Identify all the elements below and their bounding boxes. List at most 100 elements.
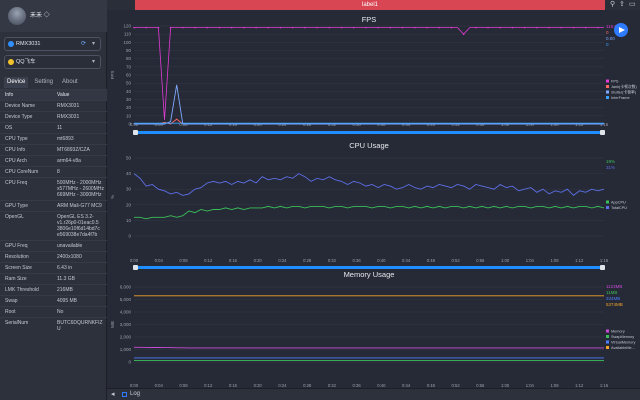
tab-about[interactable]: About <box>59 77 81 88</box>
series-line-totalcpu <box>133 173 605 196</box>
data-point <box>560 26 563 29</box>
current-value: 1123MB <box>606 284 622 289</box>
folder-icon[interactable]: ▭ <box>629 1 636 9</box>
data-point <box>462 33 465 35</box>
y-tick-label: 90 <box>126 48 132 53</box>
table-row: LMK Threshold 216MB <box>0 284 107 295</box>
y-tick-label: 10 <box>126 113 132 118</box>
current-value: 5374MB <box>606 302 623 307</box>
data-point <box>206 26 209 29</box>
device-select-value: RMX3031 <box>16 41 41 47</box>
legend-swatch <box>606 346 609 349</box>
sidebar: 禾禾 ◇ RMX3031 ⟳ ▾ QQ飞车 ▾ Device Setting A… <box>0 0 107 400</box>
x-tick-label: 1:12 <box>575 258 584 263</box>
legend-item: FPS <box>611 80 619 84</box>
row-value: unavailable <box>57 243 83 249</box>
app-icon <box>8 59 14 65</box>
timeline-handle-right[interactable] <box>600 130 605 135</box>
device-icon <box>8 41 14 47</box>
y-tick-label: 30 <box>126 97 132 102</box>
current-value: 0 <box>606 30 609 35</box>
data-point <box>413 26 416 29</box>
app-window: 禾禾 ◇ RMX3031 ⟳ ▾ QQ飞车 ▾ Device Setting A… <box>0 0 640 400</box>
table-row: CPU Info MT6893Z/CZA <box>0 144 107 155</box>
timeline-handle-left[interactable] <box>133 265 138 270</box>
row-value: 6.43 in <box>57 265 73 271</box>
sidebar-tabs: Device Setting About <box>4 77 103 88</box>
app-select[interactable]: QQ飞车 ▾ <box>4 55 101 69</box>
data-point <box>438 26 440 29</box>
pin-icon[interactable]: ⚲ <box>610 1 615 9</box>
data-point <box>584 26 587 29</box>
row-value: ARM Mali-G77 MC9 <box>57 203 102 209</box>
data-point <box>377 26 379 29</box>
legend-swatch <box>606 96 609 99</box>
row-key: GPU Freq <box>5 243 28 249</box>
data-point <box>340 26 343 29</box>
log-label[interactable]: Log <box>130 391 140 397</box>
bottom-bar: ◂ Log <box>107 388 640 400</box>
legend-swatch <box>606 200 609 204</box>
header-value: Value <box>57 92 70 98</box>
refresh-icon[interactable]: ⟳ <box>81 38 86 50</box>
legend-item: Stutter(卡顿率) <box>611 90 637 95</box>
table-row: CPU Type mt6893 <box>0 133 107 144</box>
row-key: Device Type <box>5 114 33 120</box>
timeline-handle-right[interactable] <box>600 265 605 270</box>
data-point <box>365 26 367 29</box>
chart-memory-usage: Memory Usage 0 1,000 2,000 3,000 4,000 5,000 6,… <box>110 270 636 388</box>
x-tick-label: 0:44 <box>402 258 411 263</box>
y-tick-label: 0 <box>128 360 131 365</box>
share-icon[interactable]: ⇪ <box>619 1 625 9</box>
label-bar[interactable]: label1 <box>135 0 605 10</box>
y-tick-label: 50 <box>126 81 132 86</box>
table-row: Resolution 2400x1080 <box>0 251 107 262</box>
y-axis-label: FPS <box>110 71 115 80</box>
table-row: Device Type RMX3031 <box>0 111 107 122</box>
row-key: CPU CoreNum <box>5 169 39 175</box>
legend-item: InterFrame <box>611 96 630 100</box>
data-point <box>328 26 331 29</box>
user-name[interactable]: 禾禾 ◇ <box>30 10 50 19</box>
y-tick-label: 2,000 <box>120 335 132 340</box>
data-point <box>389 26 392 29</box>
tab-device[interactable]: Device <box>4 77 29 88</box>
current-value: 19% <box>606 159 615 164</box>
log-icon[interactable] <box>122 392 127 397</box>
data-point <box>279 26 282 29</box>
legend-item: Memory <box>611 330 625 334</box>
data-point <box>352 26 355 29</box>
x-tick-label: 1:04 <box>526 258 535 263</box>
data-point <box>597 26 599 29</box>
chart-fps: FPS0102030405060708090100110120FPS0:00 0:… <box>110 15 637 135</box>
row-key: GPU Type <box>5 203 28 209</box>
x-tick-label: 0:40 <box>377 258 386 263</box>
series-line-stutter <box>134 84 604 125</box>
charts-area: FPS 0 10 20 30 40 50 60 70 80 90 100 110 120 FPS 0:00 0:… <box>107 10 640 388</box>
data-point <box>133 26 135 29</box>
device-select[interactable]: RMX3031 ⟳ ▾ <box>4 37 101 51</box>
timeline-handle-left[interactable] <box>133 130 138 135</box>
tab-setting[interactable]: Setting <box>31 77 56 88</box>
x-tick-label: 0:08 <box>179 258 188 263</box>
data-point <box>243 26 245 29</box>
row-key: Screen Size <box>5 265 32 271</box>
x-tick-label: 0:52 <box>452 258 461 263</box>
chart-cpu-usage: CPU Usage 0 10 20 30 40 50% 0:00 0:04 0:08 0:12 0:1… <box>110 141 627 270</box>
series-line-fps <box>134 27 604 120</box>
data-point <box>475 26 477 29</box>
row-value: MT6893Z/CZA <box>57 147 90 153</box>
table-row: CPU Freq 500MHz - 2000MHz x577MHz - 2600M… <box>0 177 107 200</box>
row-key: CPU Freq <box>5 180 28 186</box>
timeline-scrollbar[interactable] <box>134 131 604 134</box>
log-toggle-icon[interactable]: ◂ <box>111 390 115 398</box>
row-key: SerialNum <box>5 320 29 326</box>
timeline-scrollbar[interactable] <box>134 266 604 269</box>
data-point <box>426 26 428 29</box>
play-icon[interactable] <box>614 23 628 37</box>
avatar[interactable] <box>8 7 26 25</box>
legend-swatch <box>606 90 609 94</box>
device-info-table: Info Value Device Name RMX3031 Device Type… <box>0 89 107 334</box>
data-point <box>401 26 404 29</box>
y-tick-label: 20 <box>126 202 132 207</box>
